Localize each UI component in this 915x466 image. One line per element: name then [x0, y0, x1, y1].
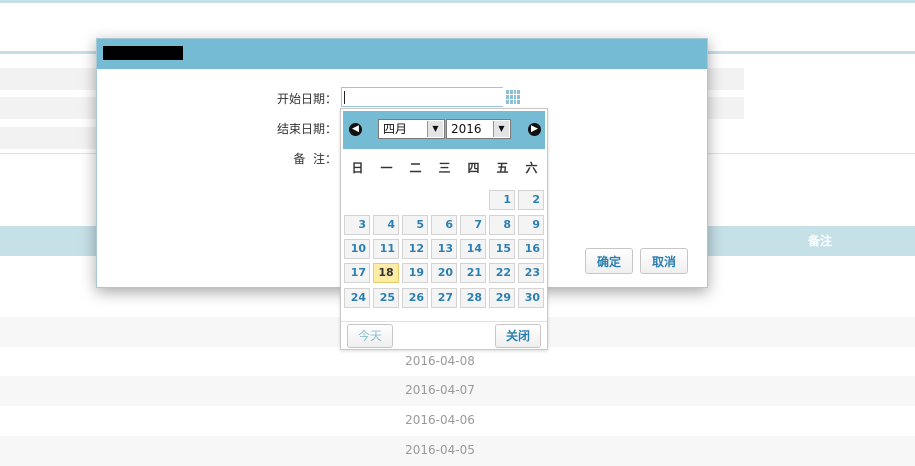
dialog-title-redacted — [103, 46, 183, 60]
cancel-button[interactable]: 取消 — [640, 248, 688, 274]
calendar-day[interactable]: 24 — [344, 288, 370, 308]
table-header-note: 备注 — [807, 234, 832, 248]
calendar-day[interactable]: 26 — [402, 288, 428, 308]
calendar-day[interactable]: 6 — [431, 215, 457, 235]
calendar-day[interactable]: 2 — [518, 190, 544, 210]
calendar-day[interactable]: 7 — [460, 215, 486, 235]
weekday-fri: 五 — [496, 161, 509, 175]
calendar-day[interactable]: 21 — [460, 263, 486, 283]
confirm-button[interactable]: 确定 — [585, 248, 633, 274]
calendar-day[interactable]: 3 — [344, 215, 370, 235]
dialog-header — [97, 39, 707, 69]
table-cell-date: 2016-04-05 — [405, 443, 475, 457]
calendar-day[interactable]: 25 — [373, 288, 399, 308]
calendar-day[interactable]: 22 — [489, 263, 515, 283]
calendar-day[interactable]: 11 — [373, 239, 399, 259]
footer-divider — [341, 321, 547, 322]
top-border — [0, 0, 915, 3]
calendar-day[interactable]: 14 — [460, 239, 486, 259]
calendar-day[interactable]: 30 — [518, 288, 544, 308]
prev-month-icon[interactable]: ◀ — [349, 123, 362, 136]
calendar-day[interactable]: 17 — [344, 263, 370, 283]
dropdown-arrow-icon: ▼ — [427, 121, 443, 137]
close-button[interactable]: 关闭 — [495, 324, 541, 348]
month-select[interactable]: 四月 ▼ — [378, 119, 445, 139]
start-date-label: 开始日期： — [276, 92, 337, 106]
calendar-day[interactable]: 29 — [489, 288, 515, 308]
weekday-sat: 六 — [525, 161, 538, 175]
calendar-icon[interactable] — [503, 87, 523, 107]
calendar-day[interactable]: 4 — [373, 215, 399, 235]
calendar-day[interactable]: 16 — [518, 239, 544, 259]
calendar-day[interactable]: 19 — [402, 263, 428, 283]
table-row[interactable]: 2016-04-06 — [0, 406, 915, 436]
weekday-sun: 日 — [351, 161, 364, 175]
end-date-label: 结束日期： — [276, 122, 337, 136]
text-cursor — [344, 91, 345, 104]
calendar-day-today[interactable]: 18 — [373, 263, 399, 283]
start-date-input[interactable] — [341, 87, 521, 107]
dropdown-arrow-icon: ▼ — [493, 121, 509, 137]
weekday-tue: 二 — [409, 161, 422, 175]
calendar-day[interactable]: 23 — [518, 263, 544, 283]
table-row[interactable]: 2016-04-08 — [0, 347, 915, 377]
calendar-day[interactable]: 8 — [489, 215, 515, 235]
calendar-day[interactable]: 13 — [431, 239, 457, 259]
table-cell-date: 2016-04-08 — [405, 354, 475, 368]
calendar-day[interactable]: 12 — [402, 239, 428, 259]
calendar-day[interactable]: 27 — [431, 288, 457, 308]
date-picker-popup: ◀ 四月 ▼ 2016 ▼ ▶ 日 一 二 三 四 五 六 1234567891… — [340, 108, 548, 350]
weekday-thu: 四 — [467, 161, 480, 175]
table-cell-date: 2016-04-07 — [405, 383, 475, 397]
calendar-day[interactable]: 1 — [489, 190, 515, 210]
table-row[interactable]: 2016-04-07 — [0, 376, 915, 406]
today-button[interactable]: 今天 — [347, 324, 393, 348]
calendar-day[interactable]: 28 — [460, 288, 486, 308]
calendar-day[interactable]: 20 — [431, 263, 457, 283]
next-month-icon[interactable]: ▶ — [528, 123, 541, 136]
note-label: 备 注： — [293, 152, 337, 166]
bg-filter-row — [0, 127, 96, 149]
date-picker-header: ◀ 四月 ▼ 2016 ▼ ▶ — [343, 111, 545, 149]
weekday-mon: 一 — [380, 161, 393, 175]
table-row[interactable]: 2016-04-05 — [0, 436, 915, 466]
calendar-day[interactable]: 10 — [344, 239, 370, 259]
weekday-wed: 三 — [438, 161, 451, 175]
calendar-day[interactable]: 5 — [402, 215, 428, 235]
calendar-day[interactable]: 9 — [518, 215, 544, 235]
table-cell-date: 2016-04-06 — [405, 413, 475, 427]
year-select[interactable]: 2016 ▼ — [446, 119, 511, 139]
calendar-day[interactable]: 15 — [489, 239, 515, 259]
